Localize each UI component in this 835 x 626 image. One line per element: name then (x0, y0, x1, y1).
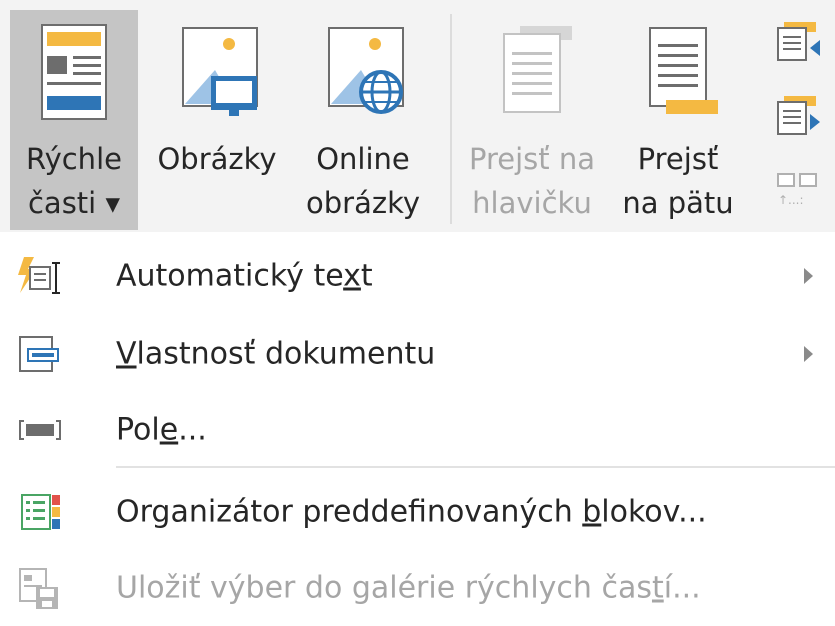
go-to-footer-label-1: Prejsť (637, 142, 719, 176)
online-pictures-label-2: obrázky (306, 186, 420, 220)
save-selection-icon (19, 568, 58, 609)
go-to-header-label-1: Prejsť na (468, 142, 595, 176)
menu-item-autotext[interactable]: Automatický text (0, 238, 835, 314)
go-to-footer-button[interactable]: Prejsť na pätu (612, 10, 744, 230)
quick-parts-label-2: časti ▾ (27, 186, 121, 220)
previous-section-button[interactable] (772, 20, 822, 64)
go-to-header-icon (503, 26, 572, 113)
quick-parts-menu: Automatický text Vlastnosť dokumentu Pol… (0, 232, 835, 621)
next-section-button[interactable] (772, 94, 822, 138)
menu-item-field-label: Pole... (116, 412, 207, 448)
go-to-header-label-2: hlavičku (472, 186, 592, 220)
menu-item-save-selection[interactable]: Uložiť výber do galérie rýchlych častí..… (0, 550, 835, 626)
document-property-icon (19, 336, 59, 372)
online-pictures-icon (328, 27, 404, 114)
online-pictures-button[interactable]: Online obrázky (292, 10, 434, 230)
svg-text:↑...:: ↑...: (778, 193, 804, 207)
quick-parts-button[interactable]: Rýchle časti ▾ (10, 10, 138, 230)
next-section-icon (777, 96, 820, 135)
menu-item-building-blocks-organizer-label: Organizátor preddefinovaných blokov... (116, 494, 707, 530)
pictures-button[interactable]: Obrázky (146, 10, 288, 230)
go-to-footer-icon (649, 27, 718, 114)
previous-section-icon (777, 22, 820, 61)
menu-item-field[interactable]: Pole... (0, 392, 835, 468)
menu-item-building-blocks-organizer[interactable]: Organizátor preddefinovaných blokov... (0, 474, 835, 550)
menu-item-autotext-label: Automatický text (116, 258, 373, 294)
menu-separator (116, 466, 835, 468)
quick-parts-label-1: Rýchle (26, 142, 122, 176)
link-to-previous-button[interactable]: ↑...: (772, 170, 822, 214)
submenu-arrow-icon (804, 268, 813, 284)
field-icon (19, 420, 61, 440)
online-pictures-label-1: Online (316, 142, 410, 176)
autotext-icon (18, 257, 60, 294)
menu-item-document-property-label: Vlastnosť dokumentu (116, 336, 436, 372)
ribbon-insert-group: Rýchle časti ▾ Obrázky Online obrázky Pr… (0, 0, 835, 232)
pictures-label: Obrázky (157, 142, 277, 176)
pictures-icon (182, 27, 258, 116)
menu-item-save-selection-label: Uložiť výber do galérie rýchlych častí..… (116, 570, 701, 606)
menu-item-document-property[interactable]: Vlastnosť dokumentu (0, 316, 835, 392)
go-to-header-button[interactable]: Prejsť na hlavičku (462, 10, 602, 230)
ribbon-group-separator (450, 14, 452, 224)
go-to-footer-label-2: na pätu (622, 186, 734, 220)
submenu-arrow-icon (804, 346, 813, 362)
building-blocks-organizer-icon (21, 494, 60, 530)
link-to-previous-icon: ↑...: (777, 173, 817, 207)
quick-parts-icon (41, 24, 107, 120)
